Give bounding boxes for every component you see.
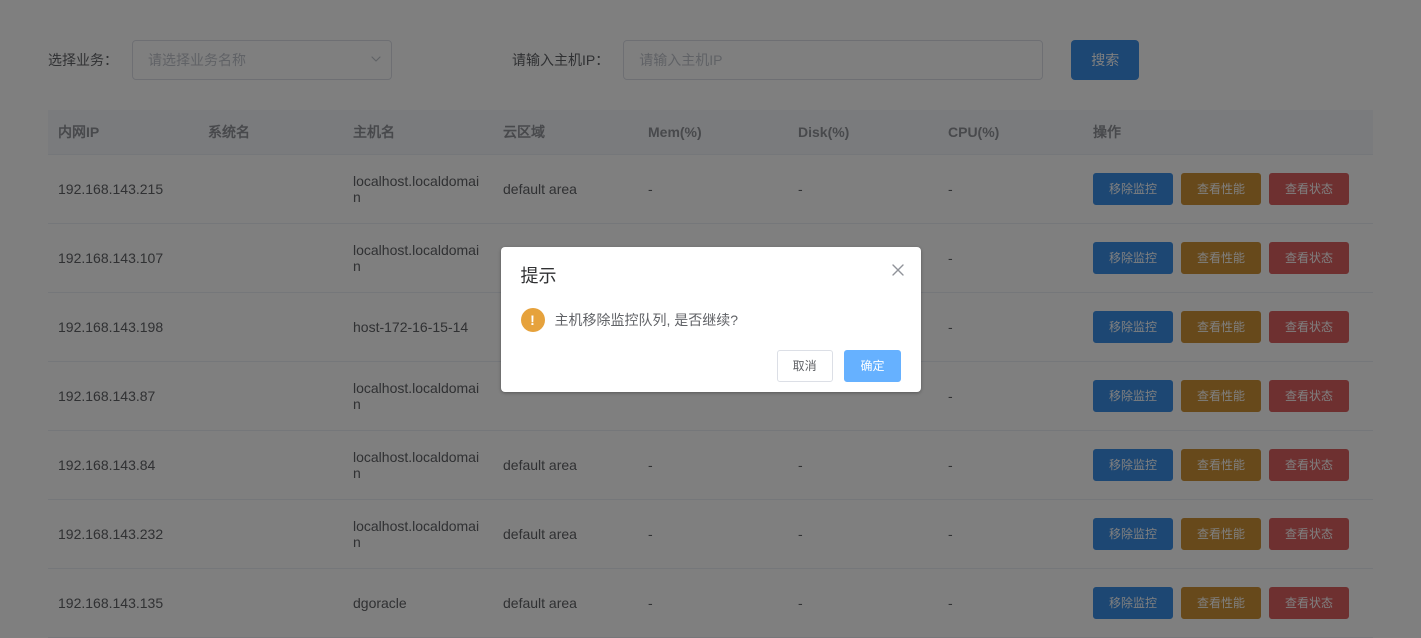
close-icon[interactable] [891,263,905,282]
modal-overlay[interactable]: 提示 ! 主机移除监控队列, 是否继续? 取消 确定 [0,0,1421,638]
dialog-title: 提示 [521,262,901,288]
cancel-button[interactable]: 取消 [777,350,833,382]
confirm-button[interactable]: 确定 [844,350,900,382]
warning-icon: ! [521,308,545,332]
confirm-dialog: 提示 ! 主机移除监控队列, 是否继续? 取消 确定 [501,247,921,392]
dialog-message: 主机移除监控队列, 是否继续? [555,310,739,330]
